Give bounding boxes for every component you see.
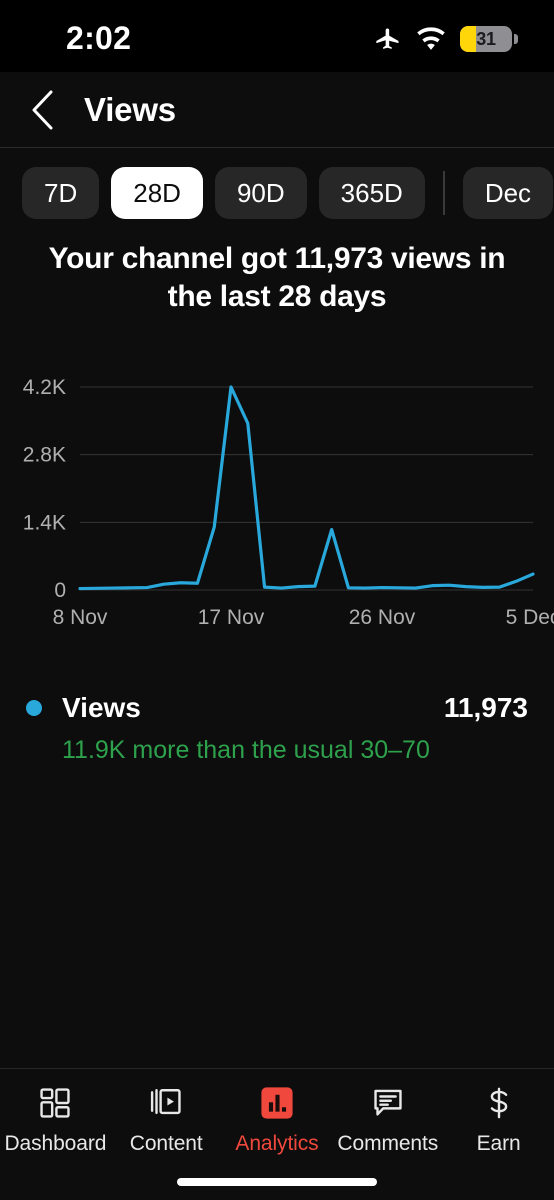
- airplane-mode-icon: [376, 28, 399, 49]
- chip-dec[interactable]: Dec: [462, 167, 554, 219]
- metric-comparison: 11.9K more than the usual 30–70: [62, 736, 430, 764]
- chip-7d[interactable]: 7D: [22, 167, 100, 219]
- svg-text:17 Nov: 17 Nov: [198, 606, 265, 629]
- legend-dot-views: [26, 700, 42, 716]
- page-title: Views: [84, 90, 176, 128]
- chart-line-views: [78, 385, 535, 591]
- dashboard-grid-icon: [38, 1083, 72, 1123]
- battery-percent: 31: [476, 29, 496, 49]
- tab-earn[interactable]: Earn: [443, 1083, 554, 1156]
- summary-headline: Your channel got 11,973 views in the las…: [48, 242, 506, 314]
- wifi-icon: [417, 27, 445, 50]
- earn-dollar-icon: [482, 1083, 516, 1123]
- metric-summary: Views 11,973 11.9K more than the usual 3…: [0, 692, 554, 765]
- metric-value: 11,973: [443, 692, 528, 723]
- home-indicator: [177, 1178, 377, 1186]
- status-indicators: 31: [374, 25, 518, 53]
- chart-svg: 0 1.4K 2.8K 4.2K 8 Nov 17 Nov 26 Nov 5 Dec: [23, 376, 554, 629]
- tab-label-content: Content: [129, 1132, 203, 1155]
- comments-bubble-icon: [371, 1083, 405, 1123]
- chart-gridlines: [80, 386, 533, 591]
- svg-text:5 Dec: 5 Dec: [506, 606, 554, 629]
- tab-label-analytics: Analytics: [235, 1132, 319, 1155]
- svg-text:2.8K: 2.8K: [23, 444, 66, 467]
- chips-divider: [442, 171, 445, 215]
- content-video-icon: [149, 1083, 183, 1123]
- metric-row: Views 11,973: [26, 692, 528, 724]
- metric-label: Views: [62, 692, 141, 723]
- status-time: 2:02: [66, 19, 132, 56]
- chip-28d[interactable]: 28D: [111, 167, 203, 219]
- chart-x-axis-labels: 8 Nov 17 Nov 26 Nov 5 Dec: [53, 606, 554, 629]
- back-chevron-icon: [32, 90, 53, 129]
- tab-analytics[interactable]: Analytics: [222, 1083, 333, 1156]
- svg-text:1.4K: 1.4K: [23, 511, 66, 534]
- chip-365d[interactable]: 365D: [318, 167, 425, 219]
- tab-dashboard[interactable]: Dashboard: [0, 1083, 111, 1156]
- tab-label-earn: Earn: [476, 1132, 521, 1155]
- chart-y-axis-labels: 0 1.4K 2.8K 4.2K: [23, 376, 66, 602]
- chip-90d[interactable]: 90D: [214, 167, 307, 219]
- youtube-studio-analytics-screen: 2:02 31 Views 7D 28D 90D 365D Dec Your c…: [0, 0, 554, 1200]
- date-range-chips[interactable]: 7D 28D 90D 365D Dec Nov Oct: [0, 162, 554, 224]
- nav-header: Views: [0, 72, 554, 148]
- tab-content[interactable]: Content: [111, 1083, 222, 1156]
- battery-icon: 31: [460, 26, 518, 52]
- bottom-tab-bar[interactable]: Dashboard Content Analytics Comments Ear…: [0, 1068, 554, 1200]
- svg-text:4.2K: 4.2K: [23, 376, 66, 399]
- svg-text:26 Nov: 26 Nov: [349, 606, 416, 629]
- tab-label-comments: Comments: [337, 1132, 439, 1155]
- svg-text:8 Nov: 8 Nov: [53, 606, 108, 629]
- tab-comments[interactable]: Comments: [332, 1083, 443, 1156]
- analytics-bar-chart-icon: [260, 1083, 294, 1123]
- svg-text:0: 0: [54, 579, 66, 602]
- tab-label-dashboard: Dashboard: [4, 1132, 107, 1155]
- back-button[interactable]: [14, 82, 70, 138]
- views-line-chart[interactable]: 0 1.4K 2.8K 4.2K 8 Nov 17 Nov 26 Nov 5 Dec: [0, 360, 554, 660]
- battery-cap: [514, 34, 518, 44]
- status-bar: 2:02 31: [0, 0, 554, 72]
